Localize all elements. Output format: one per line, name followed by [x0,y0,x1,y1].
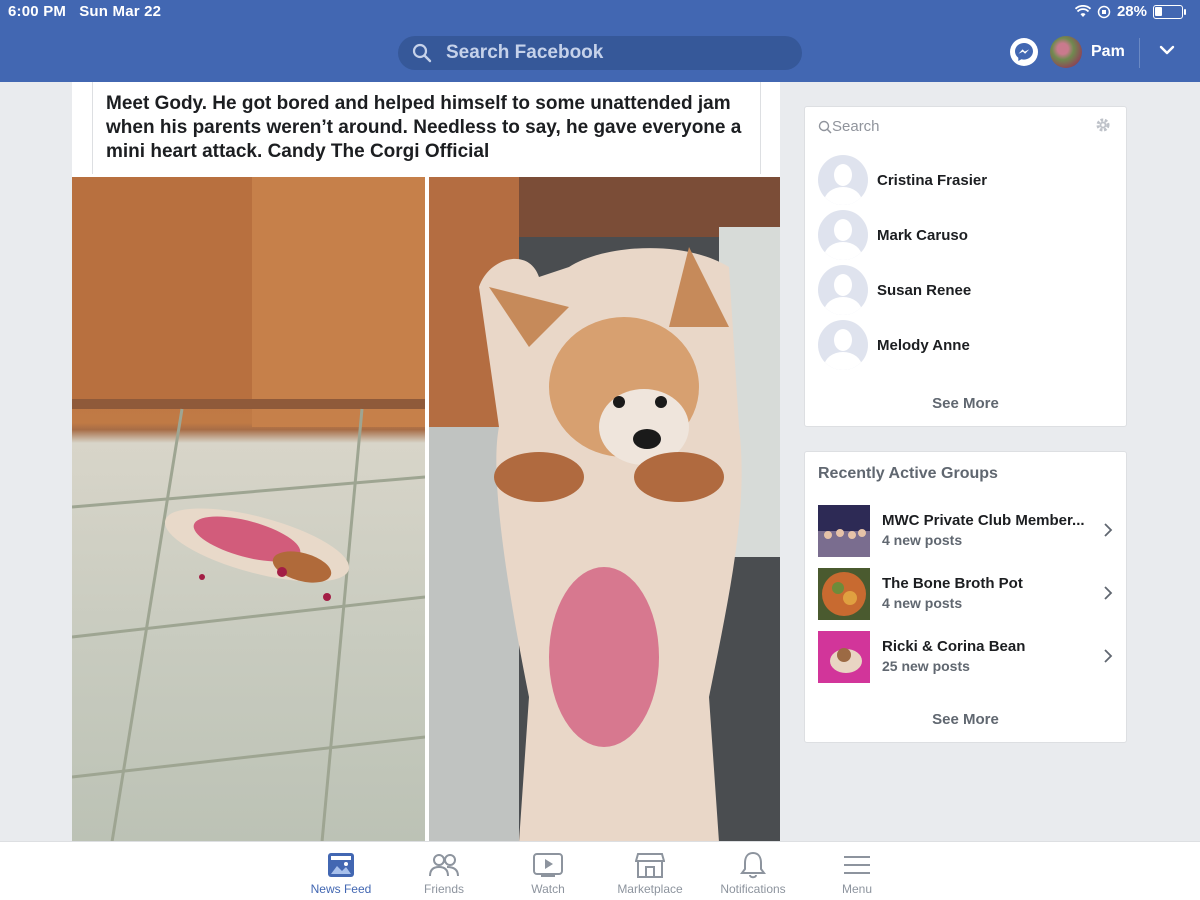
tab-label: Watch [531,882,565,896]
chevron-right-icon [1104,586,1113,600]
tab-label: News Feed [310,882,372,896]
contact-name: Mark Caruso [877,226,968,244]
header-divider [1139,38,1140,68]
tab-friends[interactable]: Friends [394,850,494,896]
contacts-card: Search Cristina Frasier Mark Caruso Susa… [804,106,1127,427]
groups-see-more-link[interactable]: See More [805,711,1126,728]
groups-title: Recently Active Groups [818,465,998,482]
group-name: MWC Private Club Member... [882,512,1085,529]
battery-icon [1153,4,1183,19]
status-indicators: 28% [1074,3,1186,20]
contact-name: Cristina Frasier [877,171,988,189]
post-text: Meet Gody. He got bored and helped himse… [106,92,746,164]
contact-name: Susan Renee [877,281,972,299]
contacts-search-input[interactable]: Search [818,118,880,135]
tab-label: Friends [423,882,464,896]
group-item[interactable]: The Bone Broth Pot 4 new posts [818,568,1115,620]
top-bar: 6:00 PM Sun Mar 22 28% Search Facebook P… [0,0,1200,82]
profile-name[interactable]: Pam [1091,43,1125,61]
avatar [818,155,868,205]
contact-item[interactable]: Cristina Frasier [818,155,987,205]
battery-percent: 28% [1116,3,1147,20]
status-date: Sun Mar 22 [79,3,162,20]
status-clock: 6:00 PM [8,3,67,20]
tab-news-feed[interactable]: News Feed [291,850,391,896]
post-text-container: Meet Gody. He got bored and helped himse… [92,82,761,174]
group-thumbnail [818,568,870,620]
contacts-search-label: Search [832,118,880,135]
group-new-posts: 25 new posts [882,658,970,674]
contact-name: Melody Anne [877,336,970,354]
friends-icon [429,854,459,877]
menu-icon [844,856,870,874]
profile-area: Pam [1010,36,1125,68]
group-new-posts: 4 new posts [882,532,963,548]
status-time: 6:00 PM Sun Mar 22 [8,3,161,20]
group-thumbnail [818,631,870,683]
tab-menu[interactable]: Menu [807,850,907,896]
group-new-posts: 4 new posts [882,595,963,611]
recent-groups-card: Recently Active Groups MWC Private Club … [804,451,1127,743]
contact-item[interactable]: Susan Renee [818,265,971,315]
tab-label: Marketplace [617,882,683,896]
avatar [818,265,868,315]
avatar [818,320,868,370]
avatar[interactable] [1050,36,1082,68]
bottom-tab-bar: News Feed Friends Watch Marketplace Noti… [0,841,1200,900]
marketplace-icon [635,853,665,878]
post-mention-link[interactable]: Candy The Corgi Official [268,141,490,162]
watch-icon [533,853,563,877]
messenger-icon [1015,43,1033,61]
tab-label: Notifications [720,882,786,896]
group-name: The Bone Broth Pot [882,575,1023,592]
group-item[interactable]: MWC Private Club Member... 4 new posts [818,505,1115,557]
search-icon [412,43,432,63]
tab-marketplace[interactable]: Marketplace [600,850,700,896]
avatar [818,210,868,260]
chevron-down-icon[interactable] [1159,44,1175,56]
messenger-button[interactable] [1010,38,1038,66]
chevron-right-icon [1104,649,1113,663]
search-placeholder: Search Facebook [446,42,604,63]
search-input[interactable]: Search Facebook [398,36,802,70]
wifi-icon [1074,5,1091,17]
feed-post: Meet Gody. He got bored and helped himse… [72,82,780,842]
bell-icon [740,851,766,879]
tab-watch[interactable]: Watch [498,850,598,896]
gear-icon[interactable] [1095,117,1111,133]
group-thumbnail [818,505,870,557]
news-feed-icon [328,853,354,877]
contact-item[interactable]: Melody Anne [818,320,970,370]
contacts-see-more-link[interactable]: See More [805,395,1126,412]
chevron-right-icon [1104,523,1113,537]
corgi-lying-on-floor-photo[interactable] [72,177,425,842]
contact-item[interactable]: Mark Caruso [818,210,968,260]
corgi-held-up-photo[interactable] [429,177,780,842]
group-name: Ricki & Corina Bean [882,638,1026,655]
tab-notifications[interactable]: Notifications [703,850,803,896]
search-icon [818,120,832,134]
orientation-lock-icon [1097,5,1111,18]
tab-label: Menu [841,882,873,896]
group-item[interactable]: Ricki & Corina Bean 25 new posts [818,631,1115,683]
